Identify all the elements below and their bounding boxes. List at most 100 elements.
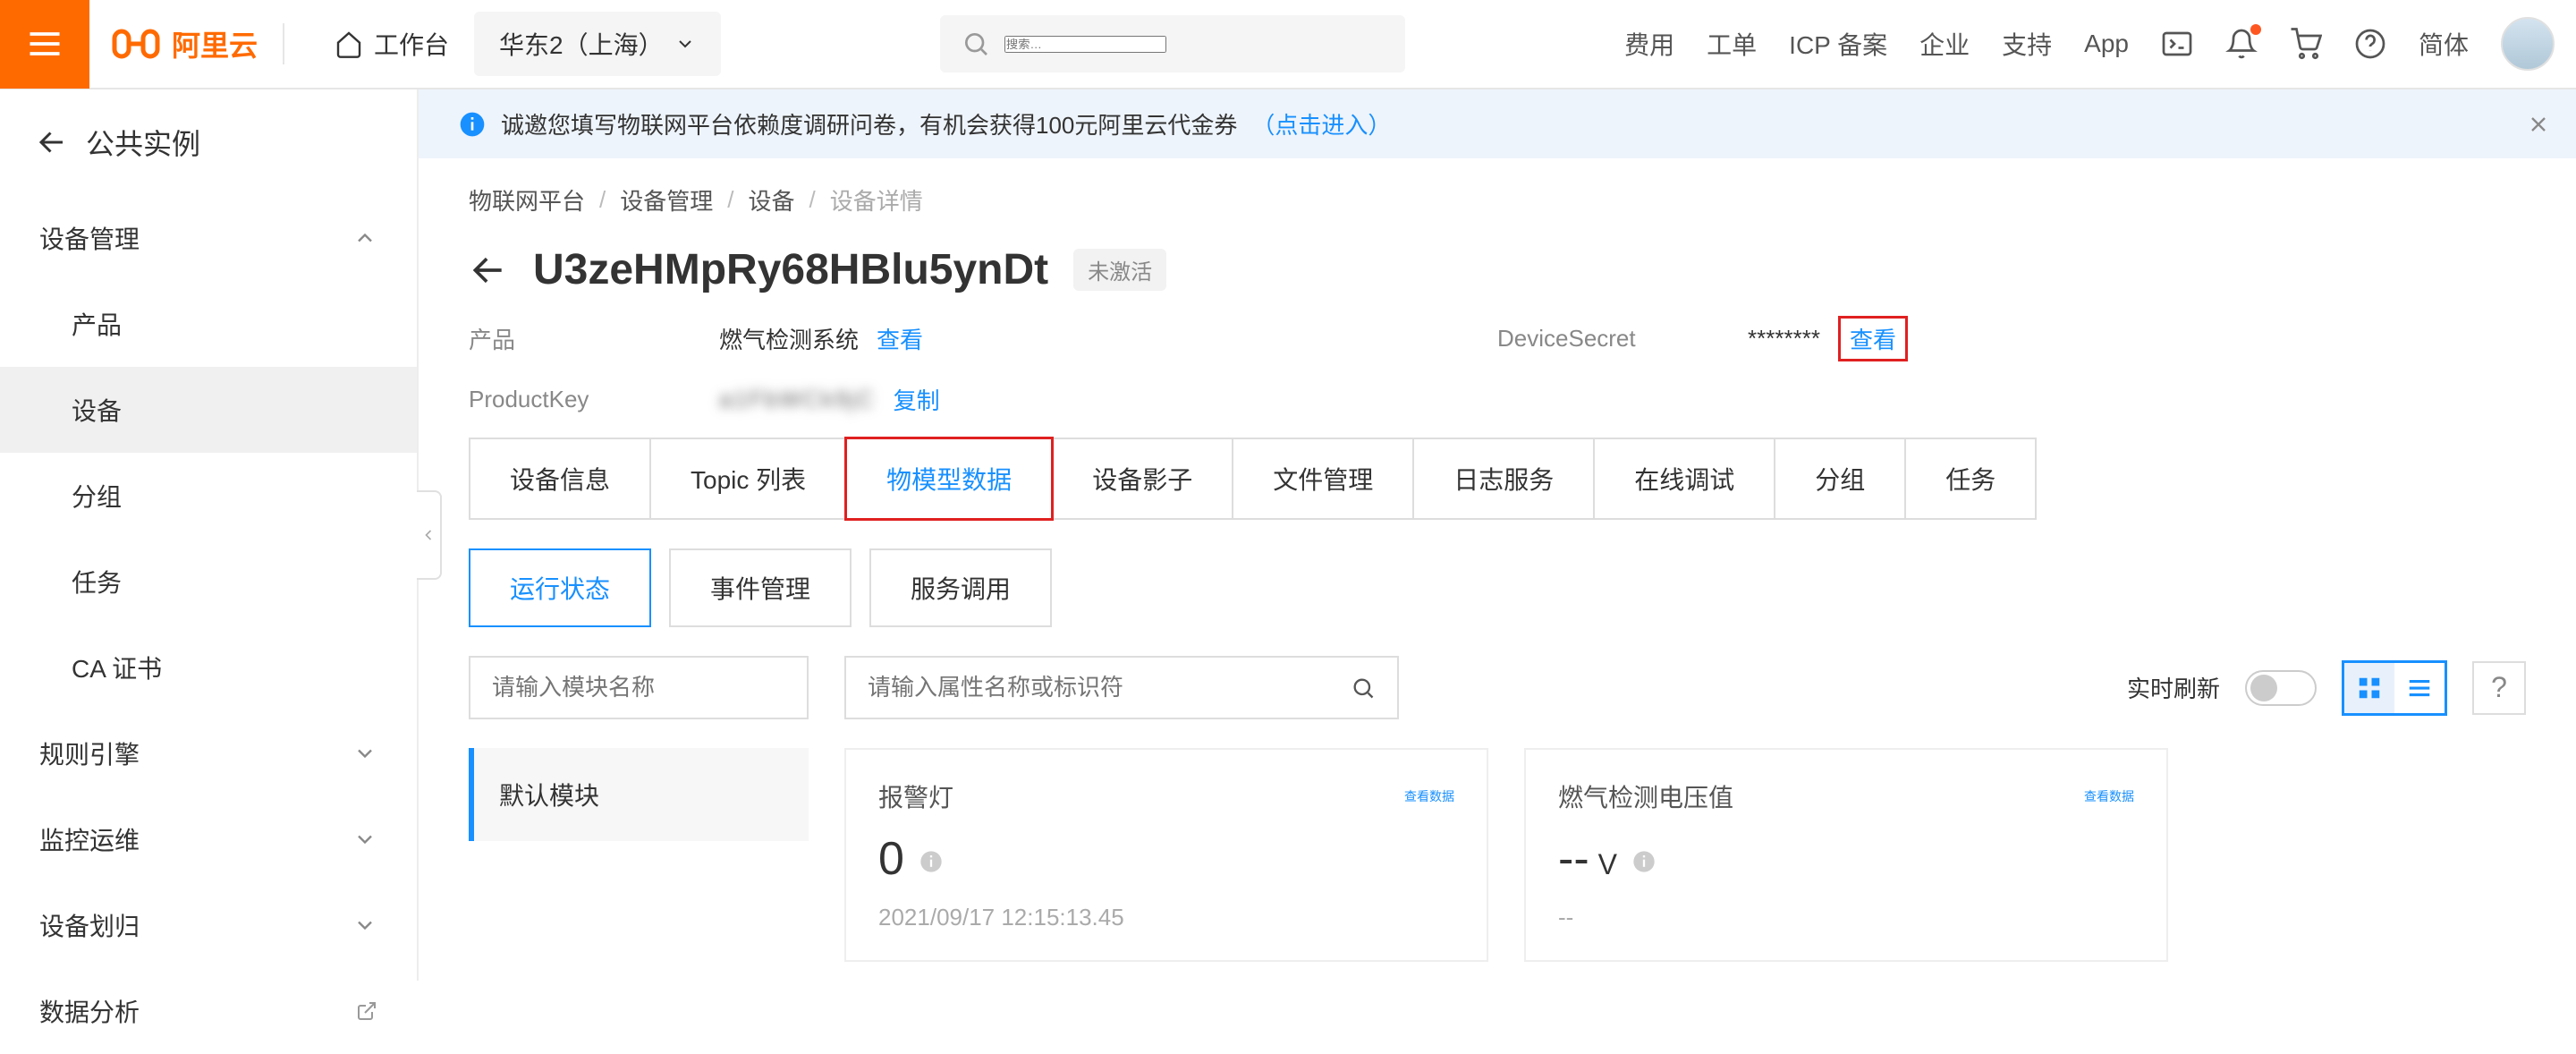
bc-device-mgmt[interactable]: 设备管理	[620, 183, 713, 217]
nav-item-device[interactable]: 设备	[0, 367, 417, 453]
realtime-label: 实时刷新	[2127, 671, 2220, 704]
help-button[interactable]	[2354, 28, 2386, 60]
tabs: 设备信息 Topic 列表 物模型数据 设备影子 文件管理 日志服务 在线调试 …	[419, 438, 2576, 520]
home-icon	[335, 30, 363, 58]
tab-task[interactable]: 任务	[1904, 438, 2037, 520]
module-item-default[interactable]: 默认模块	[469, 748, 809, 841]
search-input[interactable]	[1004, 36, 1166, 53]
back-button[interactable]	[469, 251, 508, 290]
attr-search-input[interactable]	[868, 674, 1336, 701]
panel-help-button[interactable]: ?	[2472, 661, 2526, 715]
module-search-box[interactable]	[469, 656, 809, 719]
chevron-down-icon	[352, 741, 377, 766]
cart-button[interactable]	[2290, 28, 2322, 60]
bc-iot-platform[interactable]: 物联网平台	[469, 183, 585, 217]
bc-current: 设备详情	[830, 183, 923, 217]
tab-tsl-data[interactable]: 物模型数据	[844, 437, 1054, 521]
grid-icon	[2356, 675, 2383, 701]
top-links: 费用 工单 ICP 备案 企业 支持 App 简体	[1624, 17, 2555, 71]
banner-link[interactable]: （点击进入）	[1251, 107, 1391, 140]
banner-text: 诚邀您填写物联网平台依赖度调研问卷，有机会获得100元阿里云代金券	[501, 107, 1237, 140]
product-view-link[interactable]: 查看	[877, 322, 923, 355]
tab-online-debug[interactable]: 在线调试	[1593, 438, 1775, 520]
sidebar: 公共实例 设备管理 产品 设备 分组 任务 CA 证书 规则引擎 监控运维 设备…	[0, 89, 419, 981]
secret-view-link[interactable]: 查看	[1850, 327, 1896, 353]
bc-devices[interactable]: 设备	[749, 183, 795, 217]
hamburger-menu[interactable]	[0, 0, 89, 89]
tab-group[interactable]: 分组	[1774, 438, 1906, 520]
link-cost[interactable]: 费用	[1624, 26, 1674, 62]
nav-group-device-assign[interactable]: 设备划归	[0, 882, 417, 968]
chevron-down-icon	[352, 827, 377, 852]
info-hint-icon[interactable]	[1631, 849, 1657, 874]
property-cards: 报警灯 查看数据 0 2021/09/17 12:15:13.45 燃气检测电压…	[844, 748, 2526, 962]
module-list: 默认模块	[469, 748, 809, 962]
meta-secret-masked: ********	[1748, 325, 1820, 353]
subtab-event-mgmt[interactable]: 事件管理	[669, 548, 852, 627]
realtime-toggle[interactable]	[2245, 670, 2317, 706]
sidebar-collapse-handle[interactable]	[417, 490, 442, 580]
info-icon	[458, 110, 487, 139]
tab-topic-list[interactable]: Topic 列表	[649, 438, 847, 520]
terminal-icon	[2161, 28, 2193, 60]
attr-search-box[interactable]	[844, 656, 1399, 719]
productkey-copy-link[interactable]: 复制	[894, 383, 940, 416]
view-grid-button[interactable]	[2344, 663, 2394, 713]
link-lang[interactable]: 简体	[2419, 26, 2469, 62]
link-ticket[interactable]: 工单	[1707, 26, 1757, 62]
external-link-icon	[356, 1000, 377, 1022]
card-view-data-link[interactable]: 查看数据	[1404, 787, 1454, 805]
avatar[interactable]	[2501, 17, 2555, 71]
nav-group-device-mgmt[interactable]: 设备管理	[0, 195, 417, 281]
card-value: 0	[878, 832, 904, 886]
sidebar-back[interactable]: 公共实例	[0, 89, 417, 195]
nav-item-product[interactable]: 产品	[0, 281, 417, 367]
chevron-down-icon	[352, 913, 377, 938]
global-search[interactable]	[940, 15, 1405, 72]
card-unit: V	[1598, 848, 1617, 881]
nav-item-task[interactable]: 任务	[0, 539, 417, 625]
region-selector[interactable]: 华东2（上海）	[474, 12, 721, 76]
status-badge: 未激活	[1073, 249, 1166, 291]
subtab-service-call[interactable]: 服务调用	[869, 548, 1052, 627]
tab-log-service[interactable]: 日志服务	[1412, 438, 1595, 520]
link-app[interactable]: App	[2084, 30, 2129, 58]
tab-device-info[interactable]: 设备信息	[469, 438, 651, 520]
workbench-link[interactable]: 工作台	[309, 12, 474, 76]
nav-group-monitor[interactable]: 监控运维	[0, 796, 417, 882]
module-search-input[interactable]	[492, 674, 792, 701]
link-icp[interactable]: ICP 备案	[1789, 26, 1887, 62]
brand-logo[interactable]: 阿里云	[111, 23, 284, 64]
link-support[interactable]: 支持	[2002, 26, 2052, 62]
view-list-button[interactable]	[2394, 663, 2445, 713]
search-icon	[962, 30, 990, 58]
card-title: 燃气检测电压值	[1558, 778, 1733, 814]
search-wrap	[721, 15, 1625, 72]
nav-item-ca[interactable]: CA 证书	[0, 625, 417, 710]
tab-device-shadow[interactable]: 设备影子	[1051, 438, 1233, 520]
notification-dot	[2250, 24, 2261, 35]
topbar: 阿里云 工作台 华东2（上海） 费用 工单 ICP 备案 企业 支持 App	[0, 0, 2576, 89]
help-icon	[2354, 28, 2386, 60]
arrow-left-icon	[469, 251, 508, 290]
banner-close[interactable]	[2526, 112, 2551, 137]
meta-grid: 产品 燃气检测系统 查看 DeviceSecret ******** 查看 Pr…	[419, 316, 2576, 438]
info-banner: 诚邀您填写物联网平台依赖度调研问卷，有机会获得100元阿里云代金券 （点击进入）	[419, 89, 2576, 158]
search-icon	[1351, 676, 1376, 701]
meta-product-value: 燃气检测系统	[719, 322, 859, 355]
card-view-data-link[interactable]: 查看数据	[2084, 787, 2134, 805]
list-icon	[2406, 675, 2433, 701]
filter-row: 实时刷新 ?	[419, 627, 2576, 719]
info-hint-icon[interactable]	[919, 849, 944, 874]
subtabs: 运行状态 事件管理 服务调用	[419, 520, 2576, 627]
terminal-button[interactable]	[2161, 28, 2193, 60]
nav-group-rule-engine[interactable]: 规则引擎	[0, 710, 417, 796]
meta-product-label: 产品	[469, 322, 719, 355]
tab-file-mgmt[interactable]: 文件管理	[1232, 438, 1414, 520]
notifications-button[interactable]	[2225, 28, 2258, 60]
subtab-runtime-status[interactable]: 运行状态	[469, 548, 651, 627]
link-enterprise[interactable]: 企业	[1919, 26, 1970, 62]
nav-group-data-analysis[interactable]: 数据分析	[0, 968, 417, 1054]
nav-item-group[interactable]: 分组	[0, 453, 417, 539]
cart-icon	[2290, 28, 2322, 60]
